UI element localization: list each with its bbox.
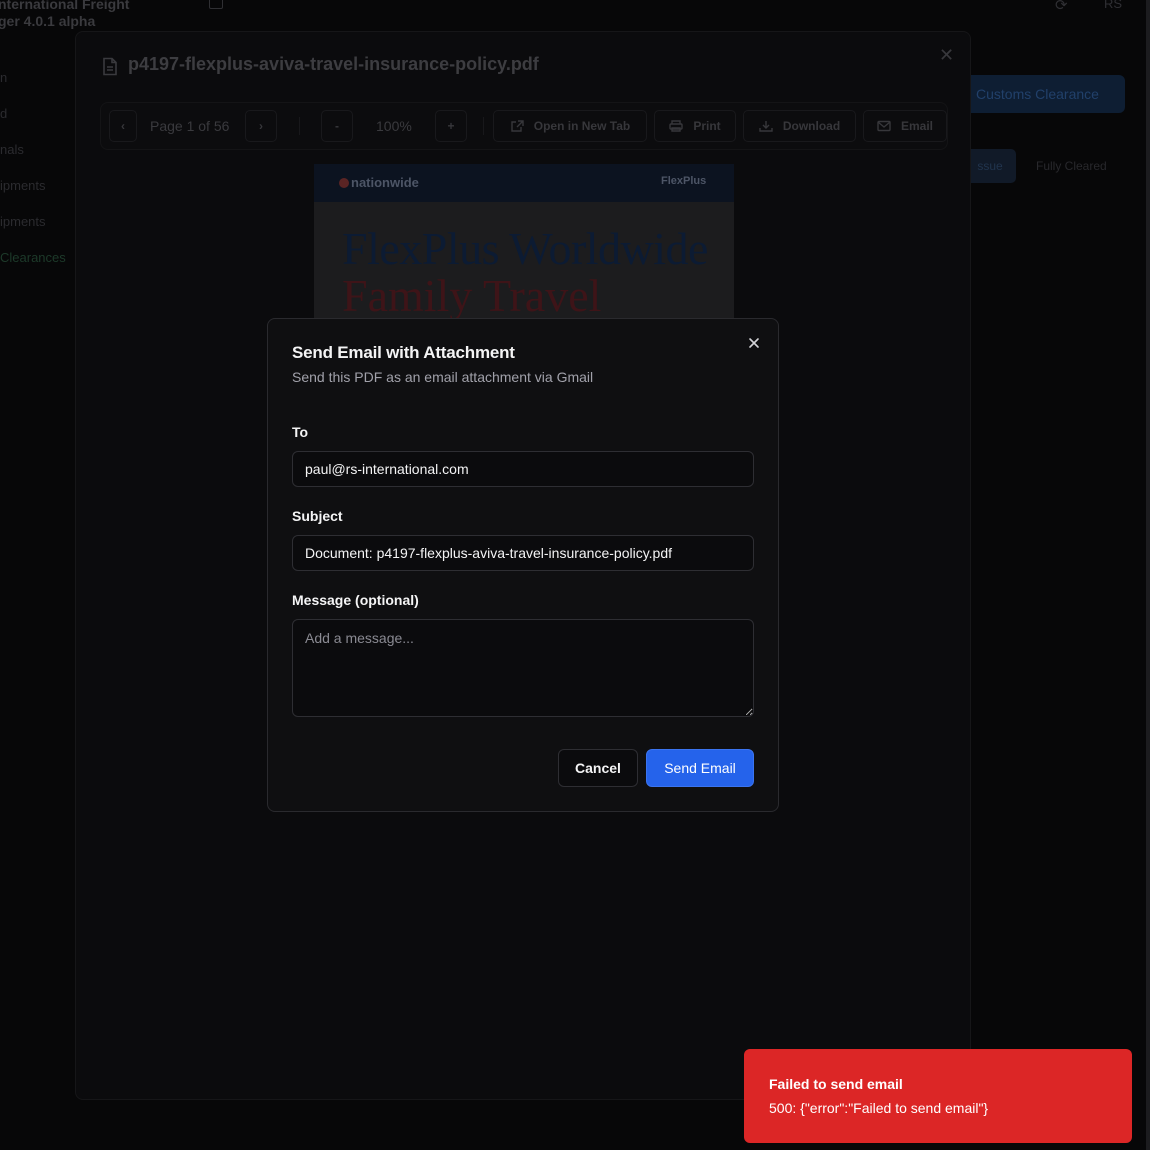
tab-fully-cleared[interactable]: Fully Cleared	[1036, 149, 1107, 183]
close-icon[interactable]	[747, 336, 761, 350]
to-field[interactable]	[292, 451, 754, 487]
sidebar-toggle-icon[interactable]	[209, 0, 223, 9]
send-email-button[interactable]: Send Email	[646, 749, 754, 787]
print-button[interactable]: Print	[654, 110, 736, 142]
toast-description: 500: {"error":"Failed to send email"}	[769, 1100, 989, 1116]
pdf-product-logo: FlexPlus	[661, 175, 707, 187]
toolbar-divider	[299, 117, 300, 135]
chevron-left-icon: ‹	[121, 119, 125, 133]
toolbar-divider	[483, 117, 484, 135]
pdf-heading-line2: Family Travel	[342, 270, 602, 321]
cancel-button[interactable]: Cancel	[558, 749, 638, 787]
pdf-page-preview: nationwide FlexPlus FlexPlus Worldwide F…	[314, 164, 734, 324]
dialog-subtitle: Send this PDF as an email attachment via…	[292, 369, 594, 385]
user-avatar[interactable]: RS	[1104, 0, 1122, 11]
customs-clearance-button[interactable]: Customs Clearance	[965, 75, 1125, 113]
sidebar-item[interactable]: ipments	[0, 178, 66, 214]
prev-page-button[interactable]: ‹	[109, 110, 137, 142]
open-new-tab-button[interactable]: Open in New Tab	[493, 110, 647, 142]
chevron-right-icon: ›	[259, 119, 263, 133]
subject-label: Subject	[292, 508, 343, 524]
app-version: ger 4.0.1 alpha	[0, 13, 96, 29]
tab-issue[interactable]: ssue	[964, 149, 1016, 183]
viewer-file-name: p4197-flexplus-aviva-travel-insurance-po…	[128, 54, 539, 74]
nationwide-logo-icon	[339, 178, 349, 188]
to-label: To	[292, 424, 309, 440]
send-email-dialog: Send Email with Attachment Send this PDF…	[267, 318, 779, 812]
download-label: Download	[782, 119, 841, 133]
pdf-page-header: nationwide FlexPlus	[314, 164, 734, 202]
pdf-heading: FlexPlus Worldwide	[342, 223, 708, 274]
zoom-in-button[interactable]: +	[435, 110, 467, 142]
open-new-tab-label: Open in New Tab	[533, 119, 631, 133]
message-field[interactable]	[292, 619, 754, 717]
email-label: Email	[900, 119, 933, 133]
sidebar-item[interactable]: n	[0, 70, 66, 106]
zoom-level: 100%	[376, 118, 412, 134]
printer-icon	[669, 120, 684, 132]
print-label: Print	[693, 119, 721, 133]
viewer-close-icon[interactable]: ✕	[939, 46, 954, 64]
refresh-icon[interactable]: ⟳	[1055, 0, 1068, 14]
subject-field[interactable]	[292, 535, 754, 571]
page-indicator: Page 1 of 56	[150, 118, 230, 134]
sidebar-item-clearances[interactable]: Clearances	[0, 250, 66, 286]
next-page-button[interactable]: ›	[245, 110, 277, 142]
mail-icon	[877, 120, 891, 132]
download-icon	[759, 120, 773, 132]
error-toast[interactable]: Failed to send email 500: {"error":"Fail…	[744, 1049, 1132, 1143]
sidebar-nav: n d nals ipments ipments Clearances	[0, 70, 66, 286]
download-button[interactable]: Download	[743, 110, 856, 142]
email-button[interactable]: Email	[863, 110, 947, 142]
toast-title: Failed to send email	[769, 1076, 903, 1092]
external-link-icon	[510, 120, 524, 132]
dialog-title: Send Email with Attachment	[292, 343, 515, 362]
app-title: nternational Freight	[0, 0, 130, 12]
sidebar-item[interactable]: ipments	[0, 214, 66, 250]
scrollbar[interactable]	[1146, 0, 1150, 1150]
pdf-brand-logo: nationwide	[339, 175, 419, 190]
sidebar-item[interactable]: nals	[0, 142, 66, 178]
pdf-toolbar: ‹ Page 1 of 56 › - 100% + Open in New Ta…	[100, 102, 948, 150]
zoom-out-button[interactable]: -	[321, 110, 353, 142]
sidebar-item[interactable]: d	[0, 106, 66, 142]
message-label: Message (optional)	[292, 592, 419, 608]
file-icon	[102, 57, 118, 76]
